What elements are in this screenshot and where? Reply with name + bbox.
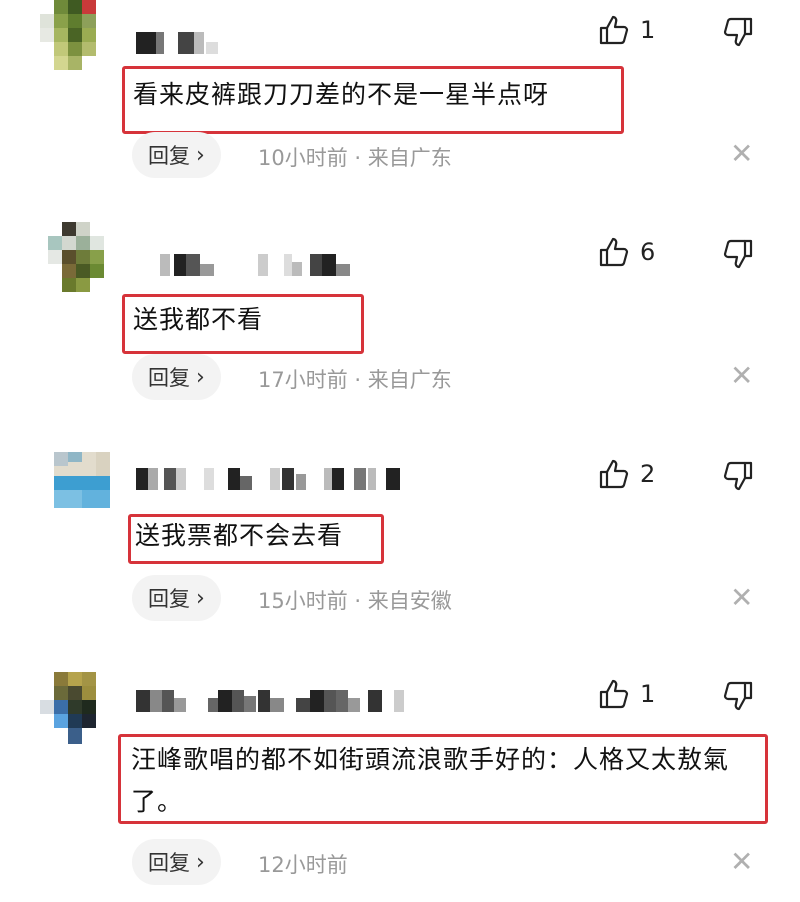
comment-text: 汪峰歌唱的都不如街頭流浪歌手好的：人格又太敖氣了。 bbox=[118, 734, 768, 824]
chevron-right-icon: › bbox=[196, 849, 205, 875]
reply-button[interactable]: 回复 › bbox=[132, 839, 221, 885]
close-icon[interactable]: ✕ bbox=[730, 848, 753, 876]
reply-label: 回复 bbox=[148, 851, 190, 875]
like-count: 1 bbox=[640, 680, 656, 708]
like-button[interactable]: 1 bbox=[598, 678, 655, 710]
comment-meta: 12小时前 bbox=[258, 853, 348, 877]
thumbs-up-icon bbox=[599, 679, 629, 709]
comment-item: 1 汪峰歌唱的都不如街頭流浪歌手好的：人格又太敖氣了。 回复 › 12小时前 ✕ bbox=[0, 0, 800, 902]
username-pixelated[interactable] bbox=[136, 690, 416, 714]
avatar[interactable] bbox=[40, 672, 96, 744]
thumbs-down-icon bbox=[723, 681, 753, 711]
dislike-button[interactable] bbox=[722, 680, 754, 716]
